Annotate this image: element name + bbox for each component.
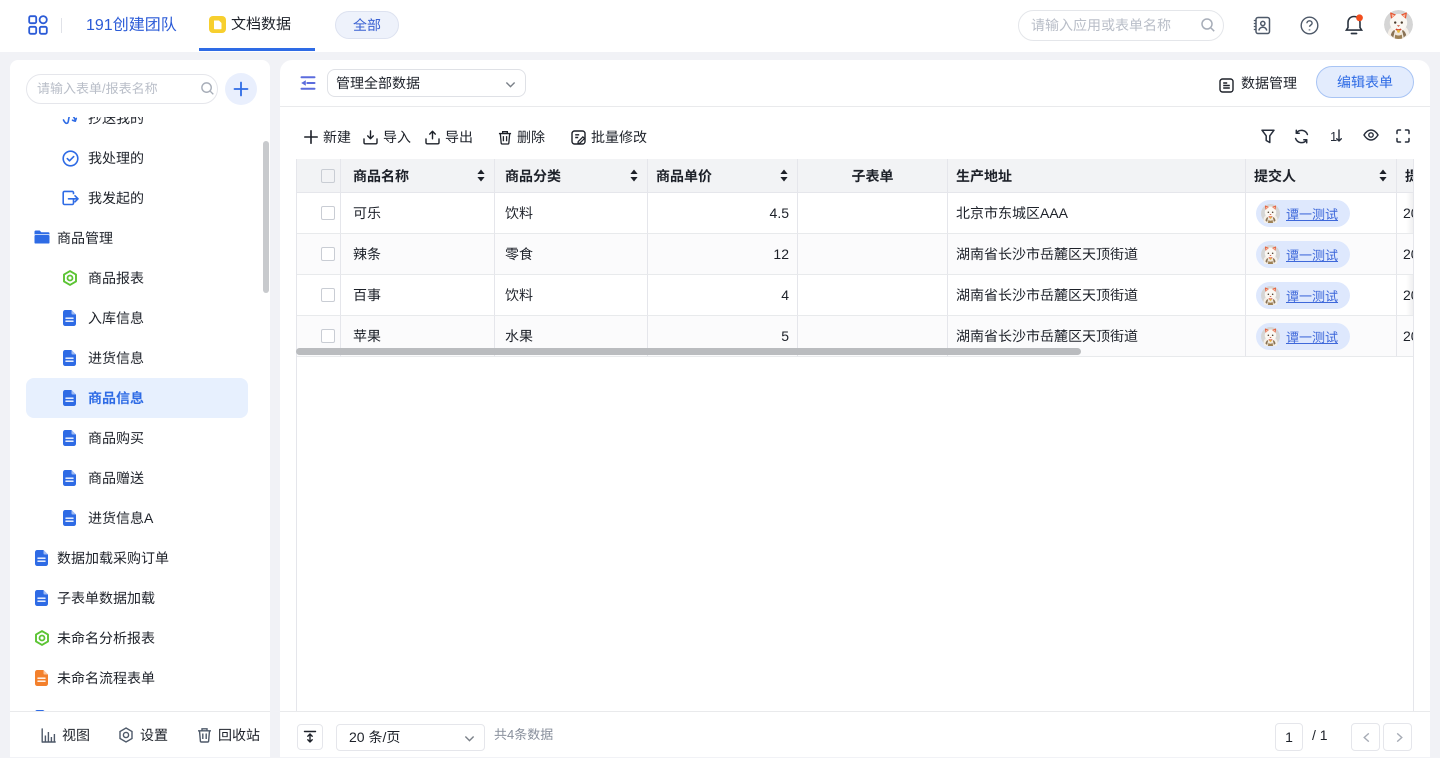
svg-text:1: 1: [1330, 129, 1337, 144]
